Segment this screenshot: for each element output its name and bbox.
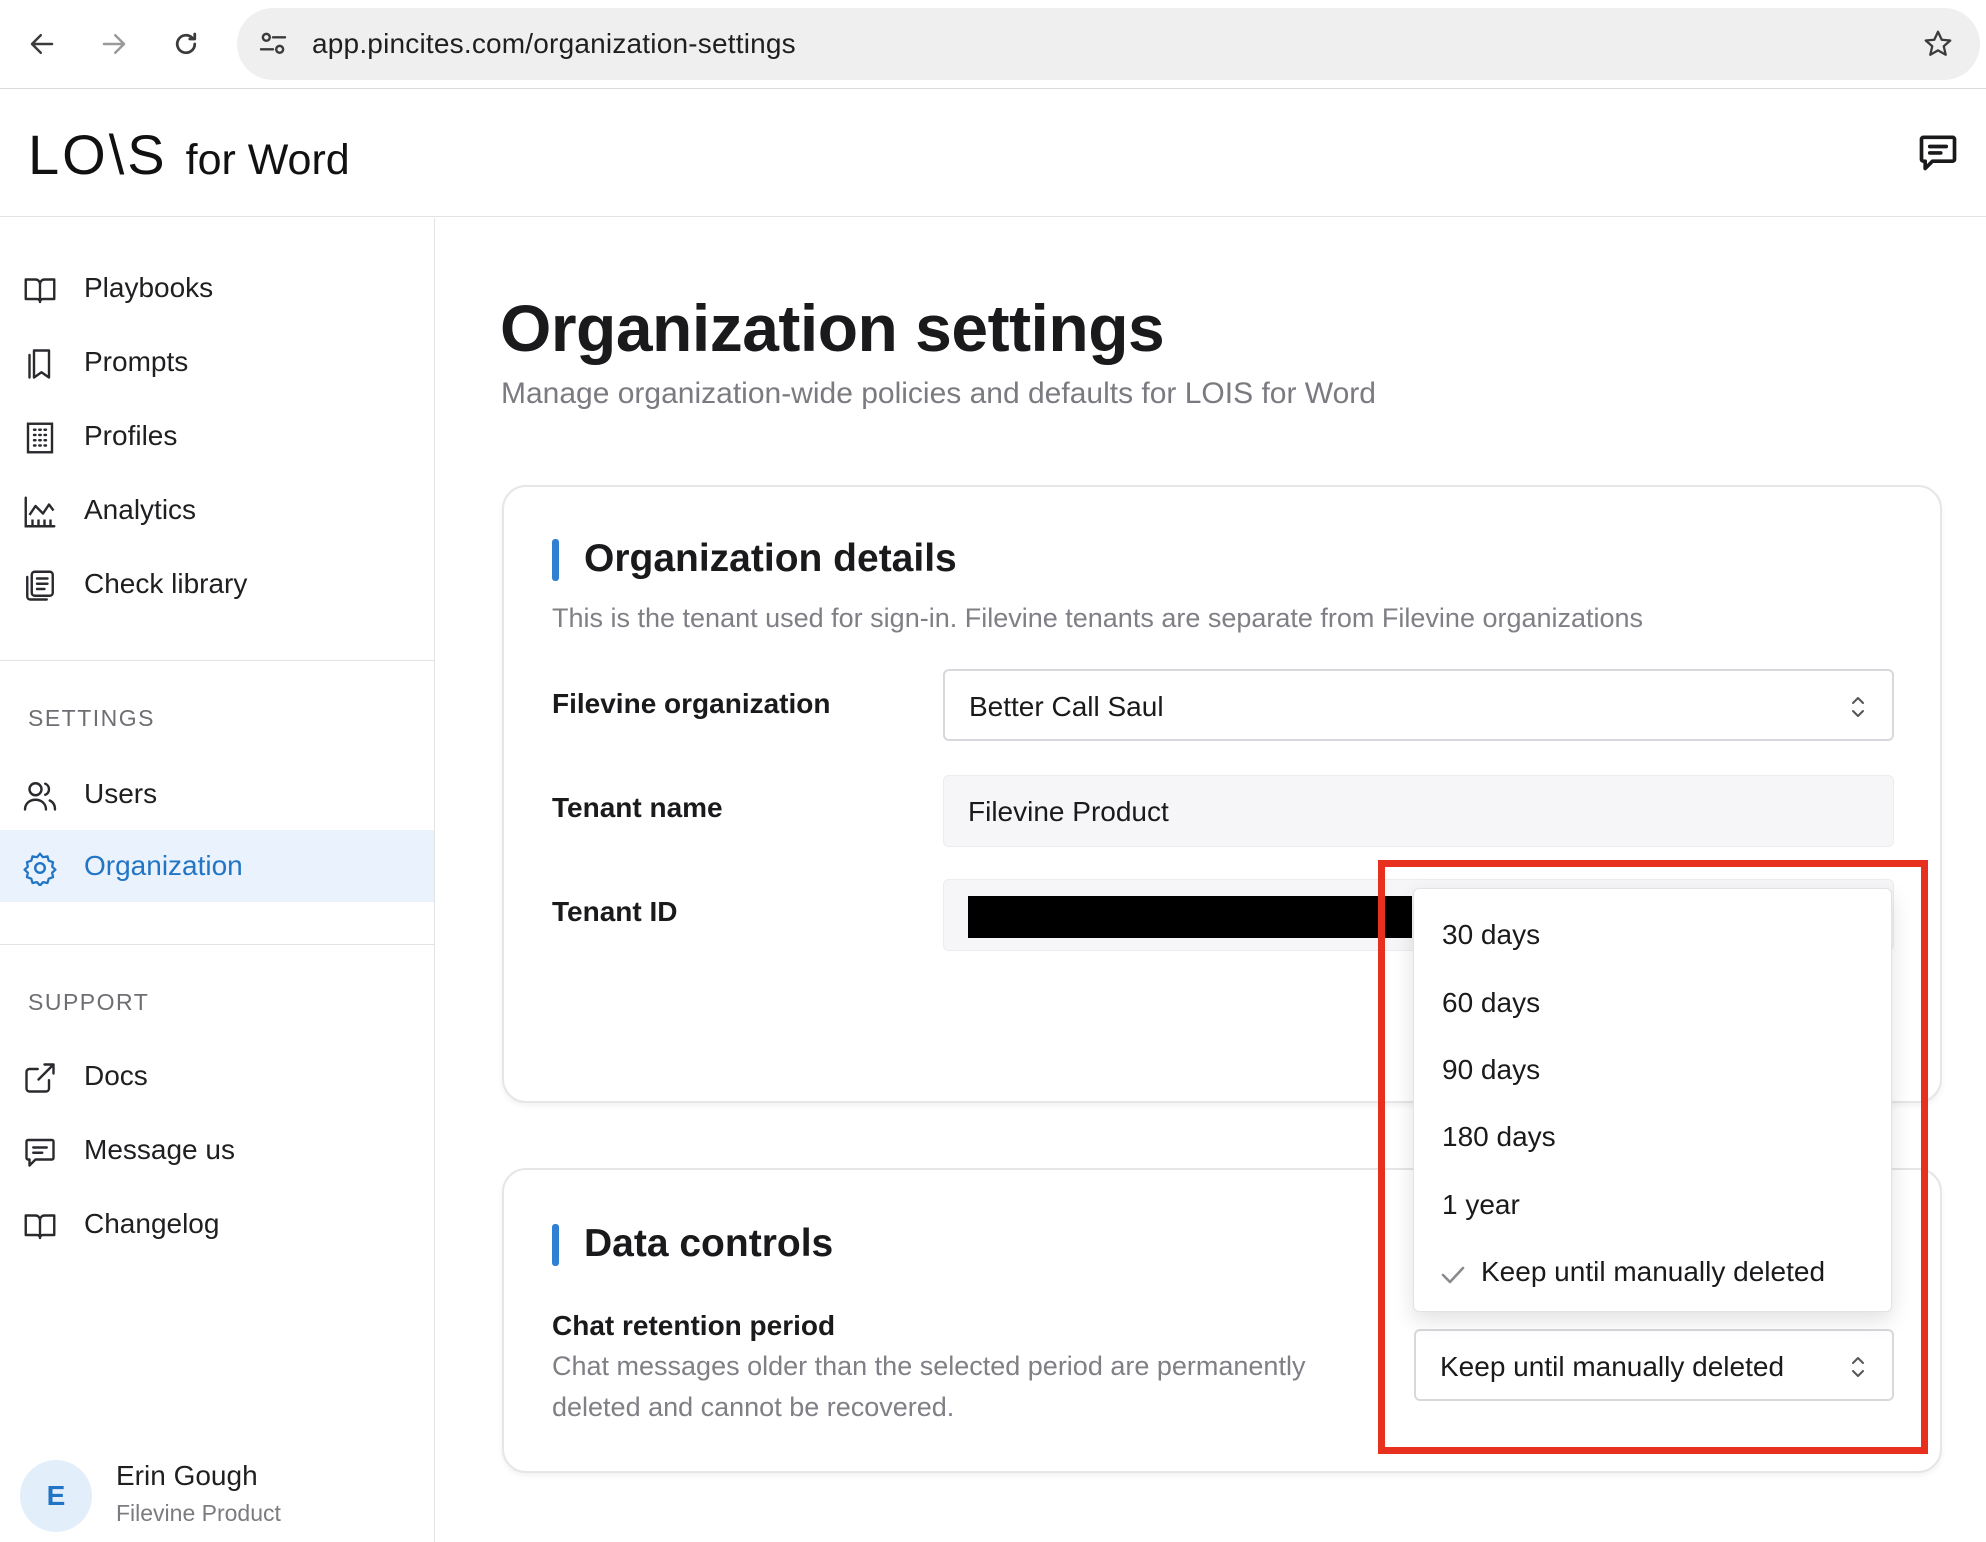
sidebar-item-playbooks[interactable]: Playbooks xyxy=(0,252,434,324)
sidebar-item-changelog[interactable]: Changelog xyxy=(0,1188,434,1260)
book-open-icon xyxy=(24,1214,56,1240)
chat-retention-description: Chat messages older than the selected pe… xyxy=(552,1351,1306,1422)
annotation-highlight-box xyxy=(1378,860,1928,1454)
filevine-organization-label: Filevine organization xyxy=(552,688,831,719)
library-icon xyxy=(26,570,54,601)
organization-details-title: Organization details xyxy=(584,537,957,580)
tenant-name-value: Filevine Product xyxy=(968,796,1169,827)
sidebar-item-prompts[interactable]: Prompts xyxy=(0,326,434,398)
chart-icon xyxy=(24,496,56,528)
sidebar-item-label: Changelog xyxy=(84,1208,220,1239)
users-icon xyxy=(23,782,57,811)
site-settings-icon[interactable] xyxy=(257,28,289,60)
page-title: Organization settings xyxy=(500,291,1165,365)
sidebar-item-message-us[interactable]: Message us xyxy=(0,1114,434,1186)
bookmark-icon xyxy=(28,349,51,379)
sidebar-divider xyxy=(0,660,434,661)
building-icon xyxy=(26,422,54,454)
url-text[interactable]: app.pincites.com/organization-settings xyxy=(312,28,796,60)
chat-icon xyxy=(1919,135,1957,171)
user-profile[interactable]: E Erin Gough Filevine Product xyxy=(20,1456,420,1536)
sidebar-item-organization[interactable]: Organization xyxy=(0,830,434,902)
settings-section-heading: SETTINGS xyxy=(28,705,156,731)
app-logo[interactable]: LO\S for Word xyxy=(28,122,350,187)
address-bar[interactable]: app.pincites.com/organization-settings xyxy=(237,8,1980,80)
sidebar-item-users[interactable]: Users xyxy=(0,758,434,830)
avatar: E xyxy=(20,1460,92,1532)
logo-suffix: for Word xyxy=(185,136,350,184)
app-header: LO\S for Word xyxy=(0,90,1986,217)
arrow-right-icon xyxy=(102,34,126,54)
redacted-tenant-id xyxy=(968,896,1412,938)
sidebar-item-label: Message us xyxy=(84,1134,235,1165)
sidebar-item-label: Prompts xyxy=(84,346,189,377)
reload-icon xyxy=(175,32,197,55)
chat-retention-label: Chat retention period xyxy=(552,1310,836,1341)
reload-button[interactable] xyxy=(164,22,208,66)
forward-button[interactable] xyxy=(92,22,136,66)
organization-details-description: This is the tenant used for sign-in. Fil… xyxy=(552,603,1644,633)
sidebar-item-check-library[interactable]: Check library xyxy=(0,548,434,620)
sidebar-item-label: Check library xyxy=(84,568,248,599)
sidebar-item-analytics[interactable]: Analytics xyxy=(0,474,434,546)
chevron-up-down-icon xyxy=(1852,697,1864,717)
book-open-icon xyxy=(24,278,56,304)
sidebar-item-profiles[interactable]: Profiles xyxy=(0,400,434,472)
external-link-icon xyxy=(25,1063,55,1093)
feedback-button[interactable] xyxy=(1916,130,1960,179)
tenant-name-field: Filevine Product xyxy=(943,775,1894,847)
user-name: Erin Gough xyxy=(116,1460,258,1491)
message-icon xyxy=(25,1138,55,1167)
section-accent-bar xyxy=(552,1224,559,1266)
logo-brand: LO\S xyxy=(28,123,168,186)
sidebar-item-label: Playbooks xyxy=(84,272,214,303)
page-subtitle: Manage organization-wide policies and de… xyxy=(501,377,1376,410)
tenant-name-label: Tenant name xyxy=(552,792,723,823)
user-org: Filevine Product xyxy=(116,1500,281,1526)
section-accent-bar xyxy=(552,539,559,581)
sidebar-item-label: Users xyxy=(84,778,158,809)
sidebar-divider xyxy=(0,944,434,945)
arrow-left-icon xyxy=(30,34,54,54)
browser-toolbar: app.pincites.com/organization-settings xyxy=(0,0,1986,89)
tenant-id-label: Tenant ID xyxy=(552,896,678,927)
sidebar-item-label: Profiles xyxy=(84,420,178,451)
bookmark-star-icon[interactable] xyxy=(1922,28,1954,60)
gear-icon xyxy=(23,852,57,886)
sidebar-item-label: Docs xyxy=(84,1060,148,1091)
filevine-organization-value: Better Call Saul xyxy=(969,691,1164,722)
sidebar-item-label: Analytics xyxy=(84,494,197,525)
support-section-heading: SUPPORT xyxy=(28,989,150,1015)
back-button[interactable] xyxy=(20,22,64,66)
data-controls-title: Data controls xyxy=(584,1222,834,1265)
sidebar-item-label: Organization xyxy=(84,850,243,881)
sidebar: Playbooks Prompts Profiles Analytics Che… xyxy=(0,218,435,1542)
sidebar-item-docs[interactable]: Docs xyxy=(0,1040,434,1112)
filevine-organization-select[interactable]: Better Call Saul xyxy=(943,669,1894,741)
